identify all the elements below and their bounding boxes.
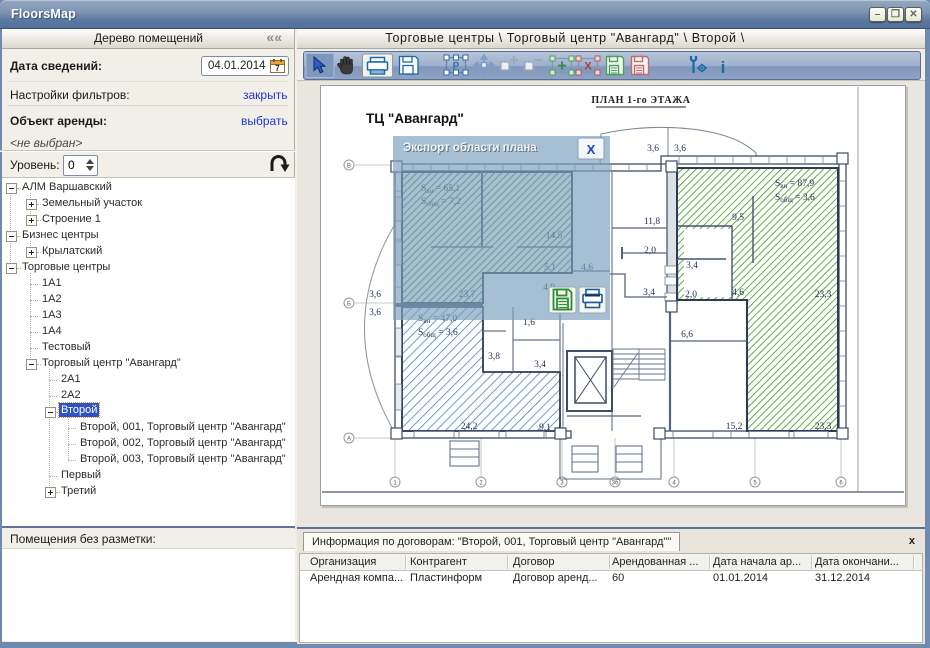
svg-text:23,3: 23,3: [815, 422, 832, 432]
svg-text:А: А: [347, 437, 351, 443]
svg-text:23,3: 23,3: [815, 290, 832, 300]
svg-text:3,6: 3,6: [647, 144, 659, 154]
svg-text:15,2: 15,2: [726, 422, 743, 432]
svg-text:3,8: 3,8: [488, 352, 500, 362]
svg-text:Б: Б: [347, 302, 351, 308]
svg-text:ТЦ "Авангард": ТЦ "Авангард": [366, 111, 464, 126]
svg-text:7: 7: [275, 64, 280, 73]
svg-text:ПЛАН 1-го ЭТАЖА: ПЛАН 1-го ЭТАЖА: [591, 95, 690, 106]
svg-text:3,6: 3,6: [674, 144, 686, 154]
svg-text:P: P: [453, 61, 460, 72]
svg-text:9,5: 9,5: [732, 213, 744, 223]
svg-text:i: i: [721, 58, 726, 77]
svg-text:6,6: 6,6: [681, 330, 693, 340]
svg-text:X: X: [584, 61, 592, 73]
svg-text:3,4: 3,4: [686, 261, 698, 271]
svg-text:3,6: 3,6: [369, 308, 381, 318]
svg-text:3б: 3б: [612, 481, 619, 487]
svg-text:2,0: 2,0: [685, 290, 697, 300]
svg-text:3,4: 3,4: [643, 288, 655, 298]
svg-text:11,8: 11,8: [644, 217, 661, 227]
svg-text:В: В: [347, 164, 351, 170]
svg-text:3,4: 3,4: [534, 360, 546, 370]
svg-text:9,1: 9,1: [539, 423, 551, 433]
svg-text:3,6: 3,6: [369, 290, 381, 300]
svg-text:4,6: 4,6: [732, 288, 744, 298]
svg-text:X: X: [587, 142, 596, 157]
svg-text:2,0: 2,0: [644, 246, 656, 256]
svg-text:24,2: 24,2: [461, 422, 478, 432]
svg-text:Экспорт области плана: Экспорт области плана: [403, 142, 537, 154]
